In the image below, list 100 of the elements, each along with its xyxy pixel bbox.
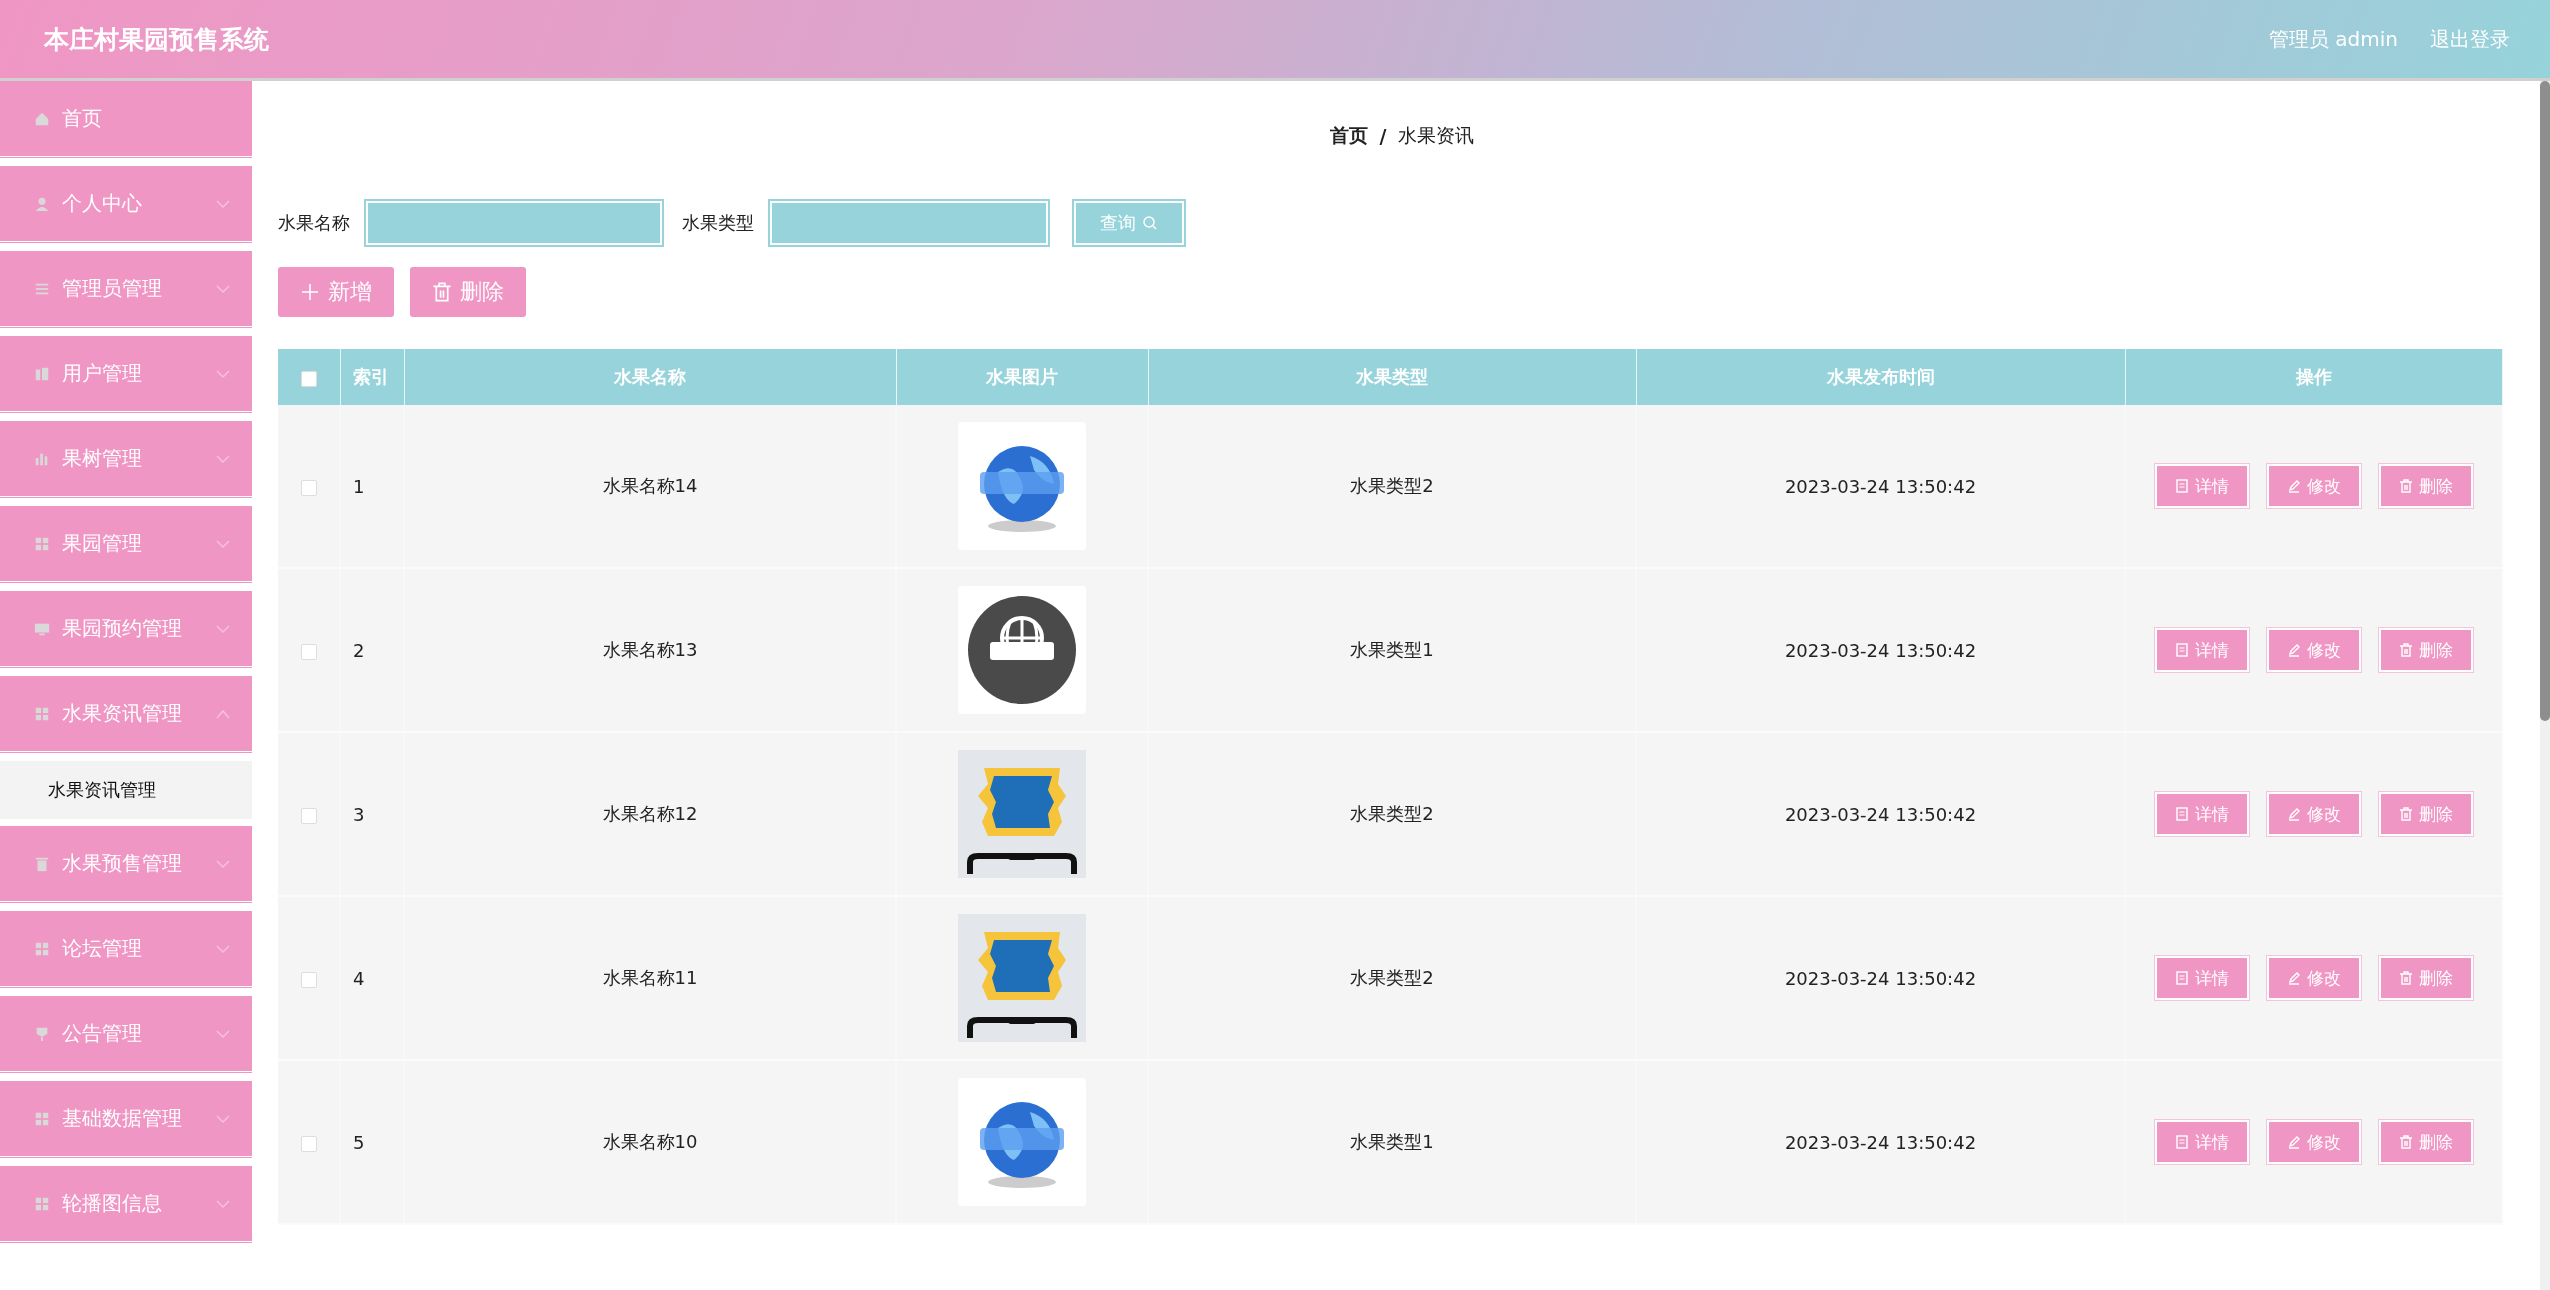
row-checkbox[interactable]: [300, 1135, 317, 1152]
table-cell: 水果类型2: [1350, 475, 1434, 496]
breadcrumb-separator: /: [1379, 125, 1387, 147]
row-checkbox[interactable]: [300, 971, 317, 988]
field-label: 水果名称: [278, 211, 350, 235]
trash-icon: [432, 282, 452, 302]
plus-icon: [300, 282, 320, 302]
sidebar-item[interactable]: 首页: [0, 81, 252, 159]
table-cell: 水果类型1: [1350, 639, 1434, 660]
breadcrumb-item[interactable]: 首页: [1329, 123, 1368, 149]
sidebar-item[interactable]: 个人中心: [0, 166, 252, 244]
delete-button[interactable]: 删除: [2378, 792, 2473, 836]
grid-icon: [34, 1195, 50, 1212]
sidebar-item[interactable]: 论坛管理: [0, 911, 252, 989]
trash-icon: [2398, 971, 2413, 985]
field-label: 水果类型: [682, 211, 754, 235]
table-cell: 水果类型1: [1350, 1131, 1434, 1152]
table-cell: 水果名称13: [602, 639, 698, 660]
sidebar-item[interactable]: 公告管理: [0, 996, 252, 1074]
sidebar-item[interactable]: 基础数据管理: [0, 1081, 252, 1159]
chevron-icon: [216, 368, 230, 379]
edit-button[interactable]: 修改: [2266, 1120, 2361, 1164]
table-cell: 水果类型2: [1350, 967, 1434, 988]
scrollbar[interactable]: [2540, 81, 2550, 1290]
details-button[interactable]: 详情: [2154, 1120, 2249, 1164]
row-checkbox[interactable]: [300, 643, 317, 660]
table-cell: 2023-03-24 13:50:42: [1784, 1131, 1977, 1153]
sidebar-item[interactable]: 管理员管理: [0, 251, 252, 329]
table-cell: 水果名称11: [602, 967, 698, 988]
table-cell: 5: [353, 1131, 365, 1153]
table-cell: 3: [353, 803, 365, 825]
sidebar-item[interactable]: 用户管理: [0, 336, 252, 414]
sidebar-item[interactable]: 轮播图信息: [0, 1166, 252, 1244]
column-header: 水果名称: [614, 366, 686, 387]
details-button[interactable]: 详情: [2154, 792, 2249, 836]
home-icon: [34, 110, 50, 127]
chevron-icon: [216, 1198, 230, 1209]
column-header: 水果发布时间: [1826, 366, 1935, 387]
table-cell: 1: [353, 475, 365, 497]
sidebar-item[interactable]: 果园管理: [0, 506, 252, 584]
chevron-icon: [216, 538, 230, 549]
trash-icon: [2398, 807, 2413, 821]
trash-icon: [2398, 1135, 2413, 1149]
search-field[interactable]: [366, 201, 662, 245]
sidebar-item[interactable]: 水果资讯管理: [0, 676, 252, 754]
chevron-icon: [216, 858, 230, 869]
pencil-icon: [2286, 1135, 2301, 1149]
sidebar-item[interactable]: 水果预售管理: [0, 826, 252, 904]
edit-button[interactable]: 修改: [2266, 628, 2361, 672]
document-icon: [2174, 643, 2189, 657]
table-cell: 4: [353, 967, 365, 989]
delete-button[interactable]: 删除: [2378, 956, 2473, 1000]
delete-button[interactable]: 删除: [2378, 1120, 2473, 1164]
table-cell: 2023-03-24 13:50:42: [1784, 475, 1977, 497]
column-header: 水果图片: [986, 366, 1058, 387]
edit-button[interactable]: 修改: [2266, 956, 2361, 1000]
breadcrumb-item: 水果资讯: [1398, 123, 1475, 148]
column-header: 操作: [2295, 366, 2332, 387]
table-cell: 水果名称10: [602, 1131, 698, 1152]
trash-icon: [2398, 643, 2413, 657]
sidebar-item[interactable]: 果树管理: [0, 421, 252, 499]
select-all-checkbox[interactable]: [300, 370, 317, 387]
pencil-icon: [2286, 643, 2301, 657]
table-cell: 水果类型2: [1350, 803, 1434, 824]
document-icon: [2174, 479, 2189, 493]
document-icon: [2174, 971, 2189, 985]
chevron-icon: [216, 1113, 230, 1124]
pencil-icon: [2286, 807, 2301, 821]
table-cell: 2023-03-24 13:50:42: [1784, 967, 1977, 989]
user-label: 管理员 admin: [2268, 25, 2398, 53]
chevron-icon: [216, 1028, 230, 1039]
table-cell: 2023-03-24 13:50:42: [1784, 803, 1977, 825]
details-button[interactable]: 详情: [2154, 956, 2249, 1000]
grid-icon: [34, 535, 50, 552]
table-cell: 2: [353, 639, 365, 661]
row-checkbox[interactable]: [300, 479, 317, 496]
grid-icon: [34, 705, 50, 722]
delete-button[interactable]: 删除: [410, 267, 526, 317]
grid-icon: [34, 1110, 50, 1127]
edit-button[interactable]: 修改: [2266, 792, 2361, 836]
details-button[interactable]: 详情: [2154, 628, 2249, 672]
search-field[interactable]: [770, 201, 1048, 245]
details-button[interactable]: 详情: [2154, 464, 2249, 508]
table-cell: 水果名称12: [602, 803, 698, 824]
column-header: 索引: [352, 366, 389, 387]
add-button[interactable]: 新增: [278, 267, 394, 317]
delete-button[interactable]: 删除: [2378, 464, 2473, 508]
pencil-icon: [2286, 971, 2301, 985]
table-cell: 2023-03-24 13:50:42: [1784, 639, 1977, 661]
logout-link[interactable]: 退出登录: [2430, 25, 2510, 53]
search-button[interactable]: 查询: [1074, 201, 1184, 245]
edit-button[interactable]: 修改: [2266, 464, 2361, 508]
search-icon: [1142, 215, 1158, 231]
trash-icon: [2398, 479, 2413, 493]
app-title: 本庄村果园预售系统: [44, 23, 270, 56]
grid-icon: [34, 940, 50, 957]
row-checkbox[interactable]: [300, 807, 317, 824]
sidebar-subitem[interactable]: 水果资讯管理: [0, 761, 252, 819]
sidebar-item[interactable]: 果园预约管理: [0, 591, 252, 669]
delete-button[interactable]: 删除: [2378, 628, 2473, 672]
